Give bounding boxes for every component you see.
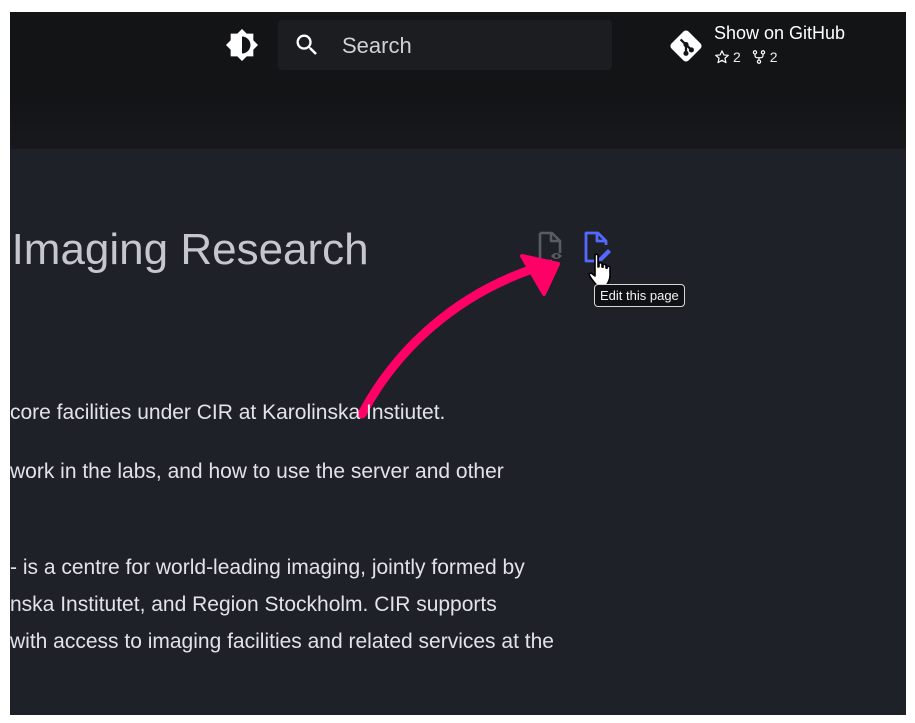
github-repo-link[interactable]: Show on GitHub 2 2 — [669, 20, 879, 72]
search-box[interactable] — [278, 20, 612, 72]
star-icon — [715, 50, 729, 64]
paragraph-line: work in the labs, and how to use the ser… — [10, 460, 504, 483]
paragraph: work in the labs, and how to use the ser… — [10, 453, 504, 490]
paragraph-line: with access to imaging facilities and re… — [10, 630, 554, 653]
repo-title: Show on GitHub — [714, 23, 846, 43]
page-title-line: for Imaging Research — [10, 225, 369, 274]
fork-count: 2 — [769, 49, 778, 65]
paragraph: core facilities under CIR at Karolinska … — [10, 394, 445, 431]
browser-viewport: Show on GitHub 2 2 — [10, 12, 906, 715]
paragraph-line: core facilities under CIR at Karolinska … — [10, 401, 446, 424]
search-icon — [296, 34, 317, 55]
paragraph-line: nska Institutet, and Region Stockholm. C… — [10, 593, 497, 616]
paragraph-line: - is a centre for world-leading imaging,… — [10, 556, 525, 579]
view-source-icon[interactable] — [536, 231, 564, 263]
hand-cursor-icon — [588, 253, 611, 287]
repo-forks: 2 — [751, 49, 778, 65]
page-title: for Imaging Research on — [10, 220, 508, 340]
git-icon — [670, 30, 702, 62]
fork-icon — [752, 50, 765, 64]
brightness-icon[interactable] — [225, 28, 259, 62]
paragraph: - is a centre for world-leading imaging,… — [10, 549, 554, 660]
page-title-line: on — [10, 280, 508, 340]
repo-stars: 2 — [714, 49, 741, 65]
repo-facts: 2 2 — [714, 49, 778, 65]
edit-tooltip: Edit this page — [594, 284, 685, 307]
site-header: Show on GitHub 2 2 — [10, 12, 906, 149]
search-input[interactable] — [340, 20, 604, 72]
star-count: 2 — [733, 49, 741, 65]
